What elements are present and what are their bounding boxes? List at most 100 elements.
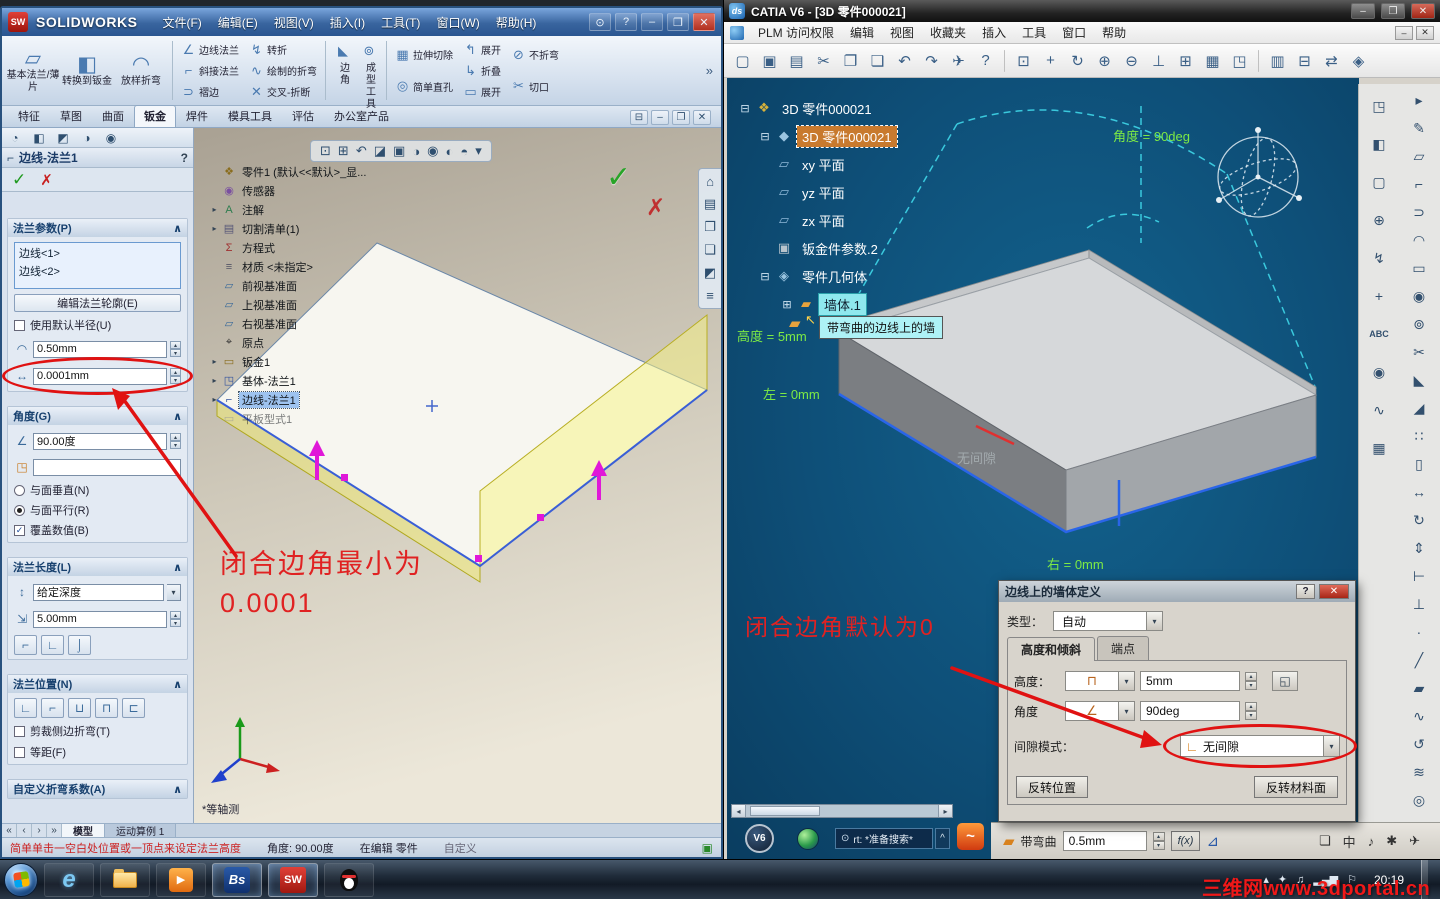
confirm-ok-icon[interactable]: ✓ — [606, 160, 631, 195]
menu-item[interactable]: 工具 — [1014, 21, 1054, 44]
solidworks-viewport[interactable]: ⊡ ⊞ ↶ ◪ ▣ ◑ ◉ ◐ ◓ ▾ ✓ ✗ ❖ 零件1 (默认<<默认>_显... — [194, 128, 721, 823]
tree-item[interactable]: ⊟ ❖ 3D 零件000021 — [739, 94, 897, 122]
tools-icon[interactable]: ✱ — [1386, 832, 1397, 851]
offset-checkbox[interactable] — [14, 746, 25, 758]
fit-all-icon[interactable]: ⊡ — [1011, 48, 1036, 73]
tree-item[interactable]: ▱ zx 平面 — [759, 206, 897, 234]
miter-flange-button[interactable]: ⌐ 斜接法兰 — [179, 61, 241, 81]
cutout-icon[interactable]: ✂ — [1406, 340, 1433, 364]
propertymanager-tab-icon[interactable]: ◧ — [28, 129, 50, 146]
sketcher-icon[interactable]: ✎ — [1406, 116, 1433, 140]
tree-item[interactable]: ⊟ ◈ 零件几何体 — [759, 262, 897, 290]
end-condition-dropdown[interactable]: 给定深度 — [33, 583, 164, 601]
paste-icon[interactable]: ❏ — [865, 48, 890, 73]
fly-mode-icon[interactable]: ✈ — [946, 48, 971, 73]
display-style-icon[interactable]: ◑ — [412, 144, 420, 159]
menu-item[interactable]: 插入(I) — [323, 11, 372, 34]
search-icon[interactable]: ⊙ — [589, 13, 611, 31]
tree-item[interactable]: ▸ A 注解 — [210, 200, 369, 219]
grid-tool-icon[interactable]: ▦ — [1366, 436, 1393, 460]
home-icon[interactable]: ⌂ — [706, 174, 714, 189]
apply-icon[interactable]: ⊿ — [1206, 832, 1219, 850]
bend-radius-field[interactable]: 0.50mm — [33, 340, 167, 358]
tree-item[interactable]: ▱ xy 平面 — [759, 150, 897, 178]
sketched-bend-button[interactable]: ∿ 绘制的折弯 — [247, 61, 319, 81]
panel-help-icon[interactable]: ? — [181, 151, 188, 165]
sheet-icon[interactable]: ⊟ — [1292, 48, 1317, 73]
selected-edge[interactable]: 边线<2> — [19, 263, 176, 279]
expand-icon[interactable]: ▸ — [210, 376, 219, 385]
expand-icon[interactable]: ▸ — [210, 205, 219, 214]
scale-icon[interactable]: ⇕ — [1406, 536, 1433, 560]
whats-this-icon[interactable]: ? — [973, 48, 998, 73]
tree-item[interactable]: ▸ ⌐ 边线-法兰1 — [210, 390, 369, 409]
start-button[interactable] — [4, 862, 38, 897]
pattern-icon[interactable]: ∷ — [1406, 424, 1433, 448]
scroll-right-icon[interactable]: ▸ — [938, 805, 952, 817]
custom-properties-icon[interactable]: ≡ — [706, 288, 714, 303]
zoom-in-icon[interactable]: ⊕ — [1092, 48, 1117, 73]
menu-item[interactable]: 窗口(W) — [429, 11, 486, 34]
translate-icon[interactable]: ↔ — [1406, 480, 1433, 504]
prev-tab-icon[interactable]: ‹ — [17, 824, 32, 837]
abc-icon[interactable]: ABC — [1366, 322, 1393, 346]
featuremanager-tab-icon[interactable]: ◔ — [4, 129, 26, 146]
search-expand-icon[interactable]: ^ — [935, 828, 950, 849]
doc-restore-icon[interactable]: ❐ — [672, 110, 690, 125]
forming-tool-button[interactable]: ⊚ 成型工具 — [356, 38, 382, 110]
limit-picker-button[interactable]: ◱ — [1272, 671, 1298, 691]
wireframe-icon[interactable]: ▢ — [1366, 170, 1393, 194]
normal-view-icon[interactable]: ⊥ — [1146, 48, 1171, 73]
flange-icon[interactable]: ⌐ — [1406, 172, 1433, 196]
expand-icon[interactable]: ⊟ — [759, 270, 771, 283]
new-file-icon[interactable]: ▢ — [730, 48, 755, 73]
use-default-radius-checkbox[interactable] — [14, 319, 25, 331]
previous-view-icon[interactable]: ↶ — [356, 143, 367, 159]
box-icon[interactable]: ◳ — [1366, 94, 1393, 118]
zoom-out-icon[interactable]: ⊖ — [1119, 48, 1144, 73]
taskbar-solidworks-button[interactable]: SW — [268, 862, 318, 897]
taskbar-media-player-button[interactable]: ▶ — [156, 862, 206, 897]
search-text[interactable]: rt: *准备搜索* — [853, 831, 912, 846]
chamfer-icon[interactable]: ◢ — [1406, 396, 1433, 420]
hide-show-icon[interactable]: ◉ — [427, 143, 438, 159]
menu-item[interactable]: PLM 访问权限 — [750, 21, 842, 44]
hem-button[interactable]: ⊃ 褶边 — [179, 82, 241, 102]
tree-item[interactable]: ▱ yz 平面 — [759, 178, 897, 206]
corner-relief-icon[interactable]: ◣ — [1406, 368, 1433, 392]
bend-radius-spinner[interactable]: ▴ ▾ — [1152, 832, 1165, 850]
material-outside-button[interactable]: ⌐ — [41, 698, 64, 718]
convert-to-sheetmetal-button[interactable]: ◧ 转换到钣金 — [60, 38, 114, 103]
pan-icon[interactable]: + — [1038, 48, 1063, 73]
point-icon[interactable]: ∙ — [1406, 620, 1433, 644]
dropdown-arrow-icon[interactable]: ▾ — [1323, 736, 1339, 756]
cancel-button[interactable]: ✗ — [40, 171, 53, 189]
hole-icon[interactable]: ⊚ — [1406, 312, 1433, 336]
taskbar-explorer-button[interactable] — [100, 862, 150, 897]
print-icon[interactable]: ▤ — [784, 48, 809, 73]
trim-side-bends-checkbox[interactable] — [14, 725, 25, 737]
multi-view-icon[interactable]: ⊞ — [1173, 48, 1198, 73]
tree-item[interactable]: ▱ 前视基准面 — [210, 276, 369, 295]
reference-face-field[interactable] — [33, 458, 181, 476]
help-icon[interactable]: ? — [615, 13, 637, 31]
expand-icon[interactable]: ▸ — [210, 224, 219, 233]
search-bar[interactable]: ⊙ rt: *准备搜索* — [835, 828, 933, 849]
hem-icon[interactable]: ⊃ — [1406, 200, 1433, 224]
tangent-to-bend-button[interactable]: ⊏ — [122, 698, 145, 718]
ok-button[interactable]: ✓ — [12, 170, 26, 190]
tree-item[interactable]: ⊟ ◆ 3D 零件000021 — [759, 122, 898, 150]
commandmanager-tab[interactable]: 特征 — [8, 105, 50, 127]
tree-item[interactable]: ▸ ▤ 切割清单(1) — [210, 219, 369, 238]
inner-virtual-sharp-button[interactable]: ∟ — [41, 635, 64, 655]
grid-icon[interactable]: ▦ — [1200, 48, 1225, 73]
rotate-tool-icon[interactable]: ↻ — [1406, 508, 1433, 532]
status-custom[interactable]: 自定义 — [444, 840, 477, 856]
close-button[interactable]: ✕ — [693, 13, 715, 31]
isometric-icon[interactable]: ◳ — [1227, 48, 1252, 73]
tree-item[interactable]: ▱ 右视基准面 — [210, 314, 369, 333]
expand-icon[interactable]: ⊟ — [759, 130, 771, 143]
assistant-icon[interactable]: ◈ — [1346, 48, 1371, 73]
menu-item[interactable]: 工具(T) — [374, 11, 427, 34]
tree-item[interactable]: ▱ 上视基准面 — [210, 295, 369, 314]
